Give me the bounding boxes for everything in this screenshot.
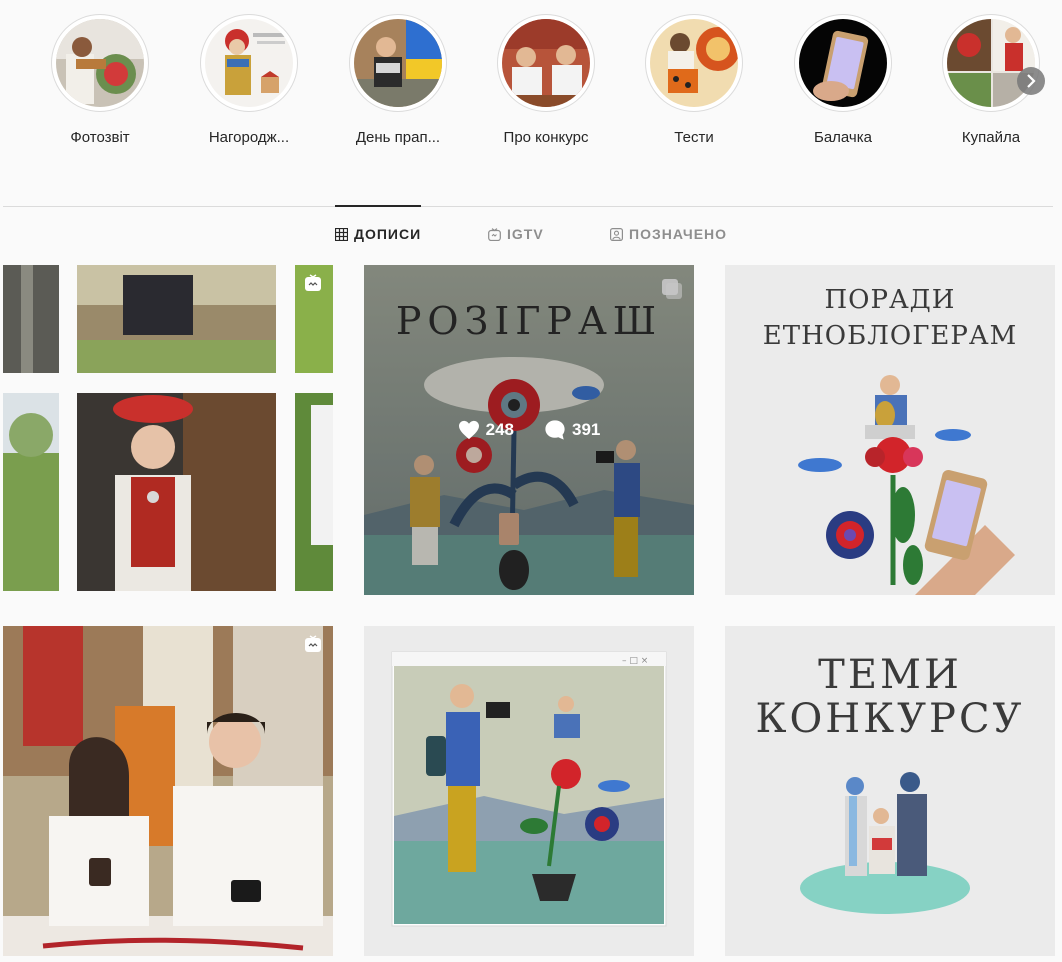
highlight-label: Нагородж... xyxy=(208,129,290,146)
comments-count: 391 xyxy=(572,420,601,439)
highlight-label: Купайла xyxy=(961,129,1021,146)
chat-thumbnail xyxy=(799,19,887,107)
profile-tabs: ДОПИСИ IGTV ПОЗНАЧЕНО xyxy=(0,226,1062,250)
highlights-next-button[interactable] xyxy=(1017,67,1045,95)
igtv-icon xyxy=(305,635,321,652)
post-giveaway[interactable]: РОЗІГРАШ 248 391 xyxy=(364,265,694,595)
likes-stat: 248 xyxy=(458,420,514,440)
post-window-collage[interactable]: – □ × xyxy=(364,626,694,956)
tab-tagged[interactable]: ПОЗНАЧЕНО xyxy=(610,226,727,242)
post-image xyxy=(3,626,333,956)
story-highlights: Фотозвіт Нагородж... День прап... Про ко… xyxy=(0,0,1062,160)
highlight-ring xyxy=(794,14,892,112)
highlight-ring xyxy=(200,14,298,112)
post-title-line1: ПОРАДИ xyxy=(824,285,956,315)
tab-label: IGTV xyxy=(507,226,544,242)
highlight-ring xyxy=(51,14,149,112)
active-tab-indicator xyxy=(335,205,421,207)
tagged-icon xyxy=(610,227,623,241)
post-image: – □ × xyxy=(364,626,694,956)
highlight-awards[interactable]: Нагородж... xyxy=(184,14,314,146)
heart-icon xyxy=(458,420,479,440)
highlight-ring xyxy=(349,14,447,112)
tab-label: ПОЗНАЧЕНО xyxy=(629,226,728,242)
post-contest-themes[interactable]: ТЕМИ КОНКУРСУ xyxy=(725,626,1055,956)
flag-day-thumbnail xyxy=(354,19,442,107)
highlight-ring xyxy=(497,14,595,112)
tab-igtv[interactable]: IGTV xyxy=(488,226,544,242)
highlight-chat[interactable]: Балачка xyxy=(778,14,908,146)
highlight-label: День прап... xyxy=(355,129,441,146)
igtv-icon xyxy=(488,227,501,241)
chevron-right-icon xyxy=(1027,74,1036,88)
post-image xyxy=(3,265,333,595)
kupala-thumbnail xyxy=(947,19,1035,107)
tab-label: ДОПИСИ xyxy=(354,226,422,242)
section-divider xyxy=(3,206,1053,207)
likes-count: 248 xyxy=(485,420,514,439)
igtv-icon xyxy=(305,274,321,291)
tests-thumbnail xyxy=(650,19,738,107)
post-video-collage[interactable] xyxy=(3,265,333,595)
post-video-phones[interactable] xyxy=(3,626,333,956)
about-contest-thumbnail xyxy=(502,19,590,107)
highlight-label: Балачка xyxy=(813,129,872,146)
highlight-about-contest[interactable]: Про конкурс xyxy=(481,14,611,146)
svg-text:– □ ×: – □ × xyxy=(622,656,648,666)
highlight-label: Про конкурс xyxy=(503,129,589,146)
post-title-line1: ТЕМИ xyxy=(818,652,962,698)
comment-icon xyxy=(545,420,565,440)
highlight-label: Фотозвіт xyxy=(70,129,130,146)
profile-page: Фотозвіт Нагородж... День прап... Про ко… xyxy=(0,0,1062,962)
highlight-ring xyxy=(645,14,743,112)
comments-stat: 391 xyxy=(544,419,600,441)
award-thumbnail xyxy=(205,19,293,107)
post-tips-ethnobloggers[interactable]: ПОРАДИ ЕТНОБЛОГЕРАМ xyxy=(725,265,1055,595)
grid-icon xyxy=(335,227,348,241)
highlight-label: Тести xyxy=(674,129,714,146)
highlight-flag-day[interactable]: День прап... xyxy=(333,14,463,146)
highlight-ring xyxy=(942,14,1040,112)
post-title-line2: КОНКУРСУ xyxy=(755,696,1025,742)
photo-report-thumbnail xyxy=(56,19,144,107)
post-title-line2: ЕТНОБЛОГЕРАМ xyxy=(762,321,1018,351)
tab-posts[interactable]: ДОПИСИ xyxy=(335,226,421,242)
highlight-photo-report[interactable]: Фотозвіт xyxy=(35,14,165,146)
highlight-tests[interactable]: Тести xyxy=(629,14,759,146)
post-hover-overlay: 248 391 xyxy=(364,265,694,595)
